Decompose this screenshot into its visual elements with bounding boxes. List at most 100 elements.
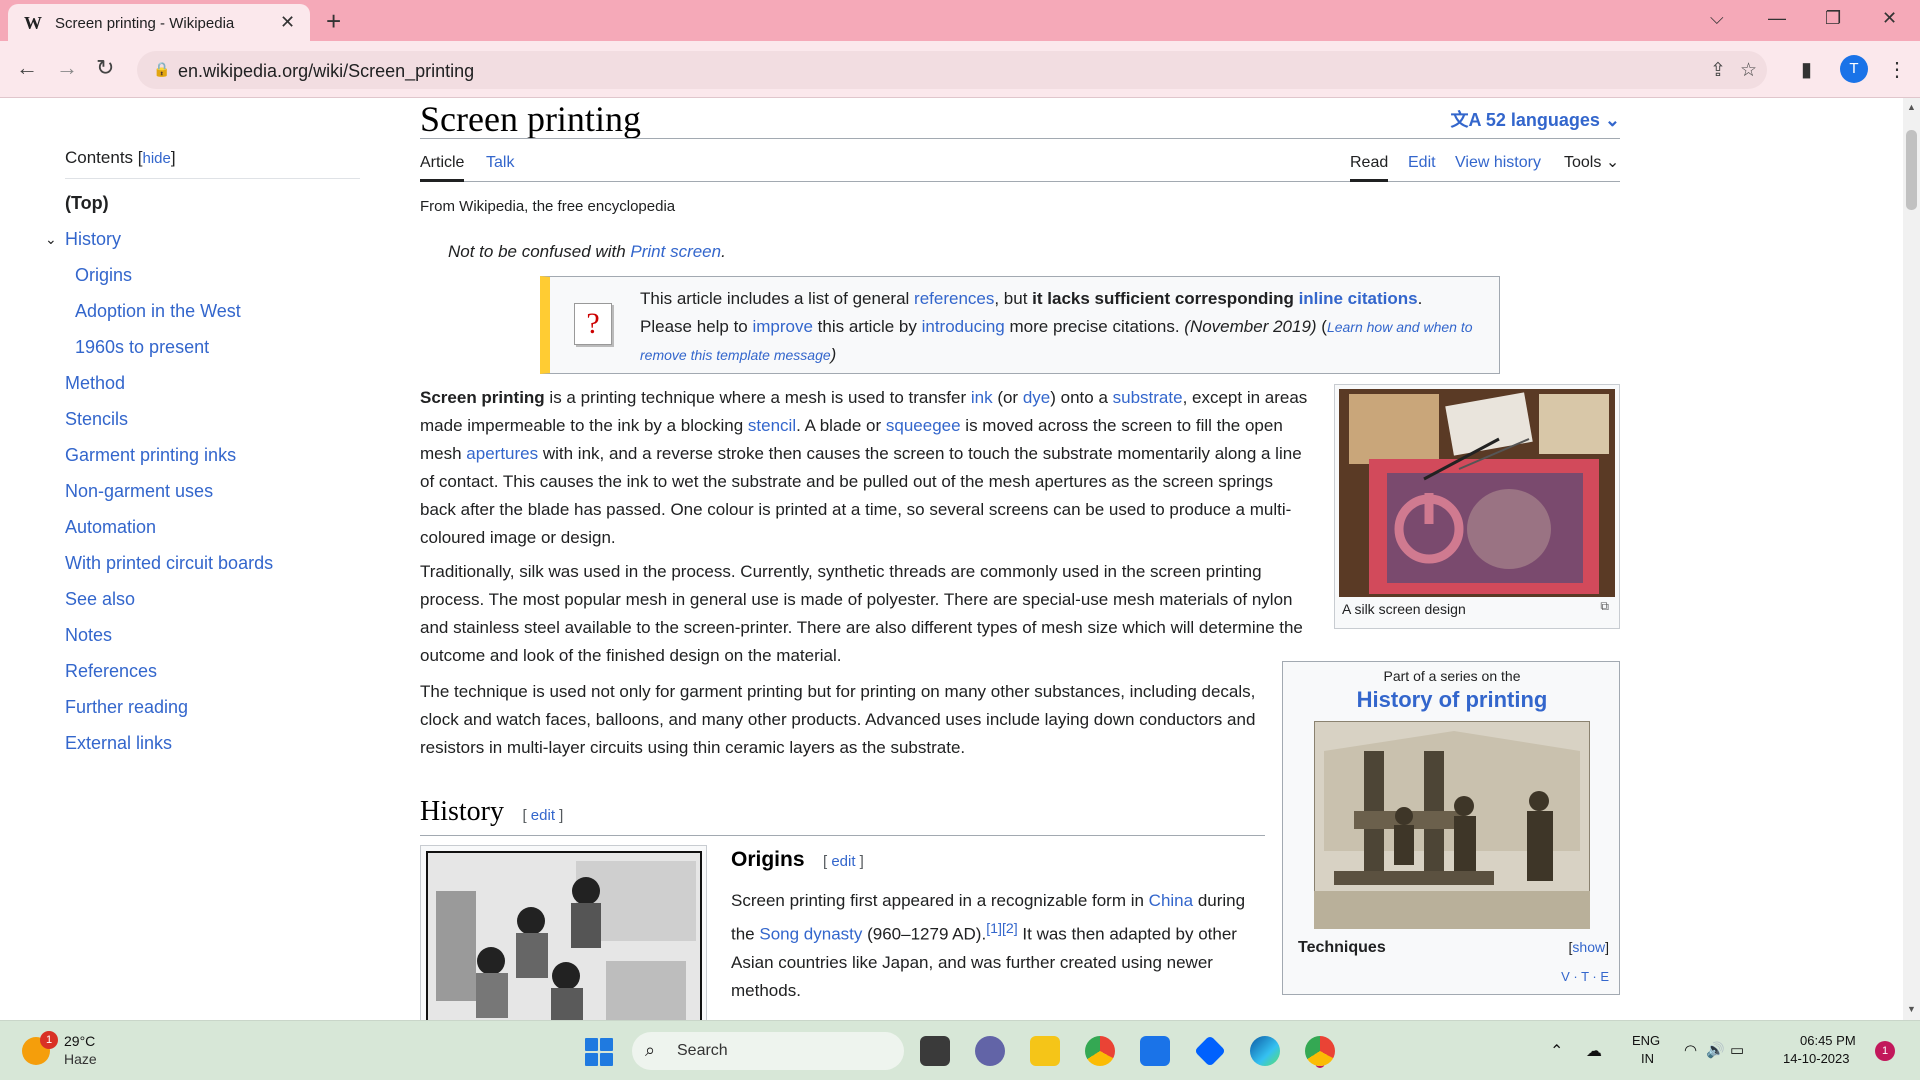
scrollbar-thumb[interactable] — [1906, 130, 1917, 210]
enlarge-icon[interactable]: ⧉ — [1600, 599, 1609, 614]
substrate-link[interactable]: substrate — [1113, 388, 1183, 407]
references-link[interactable]: references — [914, 289, 994, 308]
toc-item-origins[interactable]: Origins — [65, 257, 360, 293]
toc-hide-link[interactable]: hide — [143, 150, 171, 167]
toc-item-references[interactable]: References — [65, 653, 360, 689]
toc-item-method[interactable]: Method — [65, 365, 360, 401]
toc-item-external-links[interactable]: External links — [65, 725, 360, 761]
tab-view-history[interactable]: View history — [1455, 154, 1541, 182]
stencil-link[interactable]: stencil — [748, 416, 796, 435]
browser-tab-strip: W Screen printing - Wikipedia ✕ + ⌵ — ❐ … — [0, 0, 1920, 41]
menu-kebab-icon[interactable]: ⋮ — [1887, 57, 1907, 82]
toc-item-pcb[interactable]: With printed circuit boards — [65, 545, 360, 581]
series-above: Part of a series on the — [1383, 668, 1521, 684]
tab-edit[interactable]: Edit — [1408, 154, 1436, 182]
inline-citations-link[interactable]: inline citations — [1299, 289, 1418, 308]
china-link[interactable]: China — [1149, 891, 1193, 910]
scroll-up-icon[interactable]: ▲ — [1907, 102, 1916, 112]
dropbox-icon[interactable] — [1194, 1035, 1226, 1067]
toc-item-automation[interactable]: Automation — [65, 509, 360, 545]
tab-title: Screen printing - Wikipedia — [55, 15, 235, 32]
weather-widget[interactable]: 1 29°C Haze — [22, 1031, 142, 1073]
url-text[interactable]: en.wikipedia.org/wiki/Screen_printing — [178, 61, 474, 82]
song-dynasty-link[interactable]: Song dynasty — [759, 925, 862, 944]
apertures-link[interactable]: apertures — [466, 444, 538, 463]
dye-link[interactable]: dye — [1023, 388, 1050, 407]
volume-icon[interactable]: 🔊 — [1706, 1041, 1725, 1059]
windows-start-button[interactable] — [585, 1038, 614, 1067]
reload-icon[interactable]: ↻ — [96, 55, 114, 81]
tools-menu[interactable]: Tools ⌄ — [1564, 154, 1619, 182]
language-button[interactable]: 文A 52 languages ⌄ — [1450, 106, 1620, 132]
chrome-icon[interactable] — [1085, 1036, 1115, 1066]
citation-1-link[interactable]: [1] — [986, 921, 1002, 937]
introducing-link[interactable]: introducing — [922, 317, 1005, 336]
toc-item-inks[interactable]: Garment printing inks — [65, 437, 360, 473]
citation-2-link[interactable]: [2] — [1002, 921, 1018, 937]
address-bar[interactable]: 🔒 en.wikipedia.org/wiki/Screen_printing … — [137, 51, 1767, 89]
chevron-down-icon[interactable]: ⌄ — [45, 221, 57, 257]
chevron-up-icon[interactable]: ⌃ — [1550, 1041, 1563, 1061]
edge-icon[interactable] — [1250, 1036, 1280, 1066]
teams-chat-icon[interactable] — [975, 1036, 1005, 1066]
close-window-icon[interactable]: ✕ — [1882, 8, 1897, 29]
forward-icon[interactable]: → — [56, 55, 78, 81]
printing-press-engraving-image[interactable] — [1314, 721, 1590, 929]
file-explorer-icon[interactable] — [1030, 1036, 1060, 1066]
toc-item-further-reading[interactable]: Further reading — [65, 689, 360, 725]
weather-condition: Haze — [64, 1051, 97, 1067]
profile-avatar[interactable]: T — [1840, 55, 1868, 83]
close-tab-icon[interactable]: ✕ — [280, 12, 295, 33]
toc-item-history[interactable]: ⌄ History — [45, 221, 360, 257]
series-title-link[interactable]: History of printing — [1283, 687, 1621, 713]
series-sidebar: Part of a series on the History of print… — [1282, 661, 1620, 995]
page-tabs: Article Talk Read Edit View history Tool… — [420, 154, 1620, 182]
new-tab-icon[interactable]: + — [326, 6, 341, 37]
vertical-scrollbar[interactable]: ▲ ▼ — [1903, 98, 1920, 1020]
tab-read[interactable]: Read — [1350, 154, 1389, 182]
language-indicator[interactable]: ENG — [1632, 1033, 1660, 1048]
toc-item-notes[interactable]: Notes — [65, 617, 360, 653]
squeegee-link[interactable]: squeegee — [886, 416, 961, 435]
hatnote-link[interactable]: Print screen — [630, 242, 721, 261]
restore-icon[interactable]: ❐ — [1825, 8, 1841, 29]
battery-icon[interactable]: ▭ — [1730, 1041, 1744, 1059]
toc-item-stencils[interactable]: Stencils — [65, 401, 360, 437]
improve-link[interactable]: improve — [752, 317, 812, 336]
vte-links[interactable]: V · T · E — [1561, 969, 1609, 984]
task-view-icon[interactable] — [920, 1036, 950, 1066]
back-icon[interactable]: ← — [16, 55, 38, 81]
toc-item-top[interactable]: (Top) — [65, 185, 360, 221]
toc-item-see-also[interactable]: See also — [65, 581, 360, 617]
tab-search-chevron-icon[interactable]: ⌵ — [1710, 8, 1724, 29]
toc-item-1960s[interactable]: 1960s to present — [65, 329, 360, 365]
share-icon[interactable]: ⇪ — [1710, 59, 1726, 82]
edit-section-link[interactable]: [ edit ] — [823, 853, 864, 870]
wifi-icon[interactable]: ◠ — [1684, 1041, 1697, 1059]
clock-date[interactable]: 14-10-2023 — [1783, 1051, 1850, 1066]
cloud-icon[interactable]: ☁ — [1586, 1041, 1602, 1061]
toc-item-adoption[interactable]: Adoption in the West — [65, 293, 360, 329]
scroll-down-icon[interactable]: ▼ — [1907, 1004, 1916, 1014]
minimize-icon[interactable]: — — [1768, 8, 1786, 29]
tab-talk[interactable]: Talk — [486, 154, 514, 182]
browser-tab[interactable]: W Screen printing - Wikipedia ✕ — [8, 4, 310, 41]
toc-item-non-garment[interactable]: Non-garment uses — [65, 473, 360, 509]
bookmark-star-icon[interactable]: ☆ — [1740, 59, 1757, 82]
workers-photo-image[interactable] — [426, 851, 702, 1020]
toc-heading: Contents [hide] — [65, 148, 360, 179]
ink-link[interactable]: ink — [971, 388, 993, 407]
taskbar-search[interactable]: ⌕ Search — [632, 1032, 904, 1070]
chrome-profile-icon[interactable] — [1305, 1036, 1335, 1066]
side-panel-icon[interactable]: ▮ — [1801, 57, 1812, 82]
notification-badge[interactable]: 1 — [1875, 1041, 1895, 1061]
lock-icon[interactable]: 🔒 — [153, 61, 170, 78]
mail-icon[interactable] — [1140, 1036, 1170, 1066]
edit-section-link[interactable]: [ edit ] — [522, 807, 563, 824]
show-toggle[interactable]: [show] — [1569, 939, 1609, 955]
tagline: From Wikipedia, the free encyclopedia — [420, 198, 676, 215]
clock-time[interactable]: 06:45 PM — [1800, 1033, 1856, 1048]
tab-article[interactable]: Article — [420, 154, 465, 182]
section-heading-history: History [ edit ] — [420, 796, 1265, 836]
silk-screen-image[interactable] — [1339, 389, 1615, 597]
